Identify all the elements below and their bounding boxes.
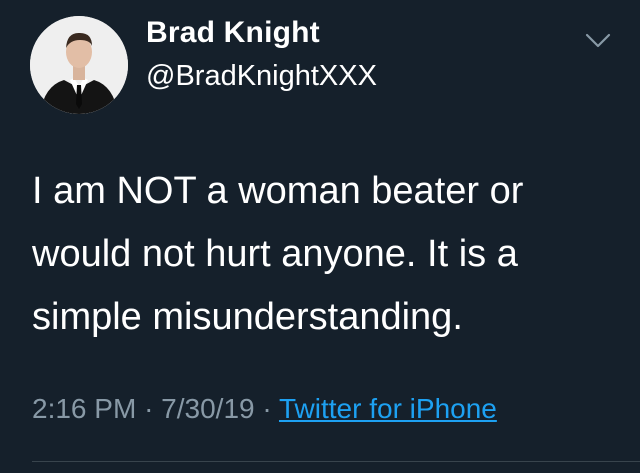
tweet-card: Brad Knight @BradKnightXXX I am NOT a wo…: [0, 0, 640, 473]
tweet-time[interactable]: 2:16 PM: [32, 393, 136, 424]
divider: [32, 461, 640, 462]
meta-separator: ·: [144, 393, 154, 424]
avatar-image: [30, 16, 128, 114]
tweet-text: I am NOT a woman beater or would not hur…: [32, 170, 524, 338]
tweet-meta: 2:16 PM · 7/30/19 · Twitter for iPhone: [32, 393, 497, 425]
tweet-date[interactable]: 7/30/19: [161, 393, 254, 424]
author-display-name[interactable]: Brad Knight: [146, 16, 320, 50]
avatar[interactable]: [30, 16, 128, 114]
meta-separator: ·: [262, 393, 272, 424]
chevron-down-icon[interactable]: [583, 28, 613, 52]
tweet-source-link[interactable]: Twitter for iPhone: [279, 393, 497, 424]
author-handle[interactable]: @BradKnightXXX: [146, 60, 377, 93]
